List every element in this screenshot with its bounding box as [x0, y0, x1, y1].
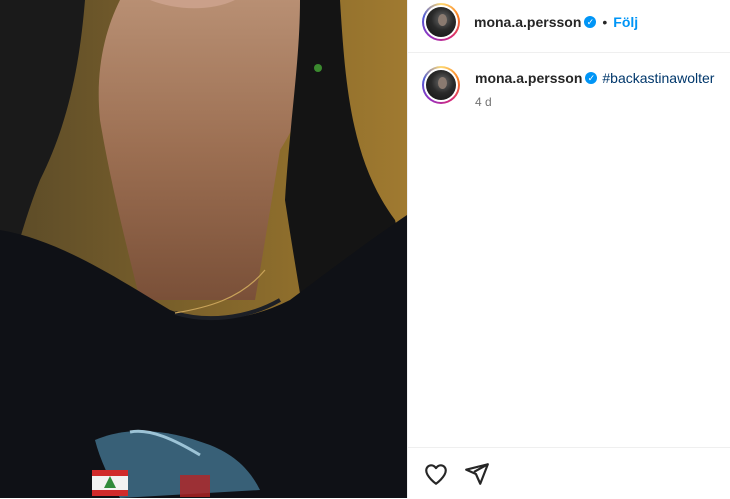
- follow-button[interactable]: Följ: [613, 14, 638, 30]
- header-separator: •: [602, 14, 608, 30]
- avatar-ring: [424, 5, 458, 39]
- avatar-ring: [424, 68, 458, 102]
- post-photo-illustration: [0, 0, 407, 498]
- header-username[interactable]: mona.a.persson: [474, 14, 581, 30]
- post-header: mona.a.persson ✓ • Följ: [408, 0, 730, 53]
- caption-hashtag-link[interactable]: #backastinawolter: [602, 70, 714, 86]
- paper-plane-icon: [465, 463, 489, 485]
- like-button[interactable]: [423, 461, 449, 487]
- verified-badge-icon: ✓: [584, 16, 597, 28]
- verified-badge-icon: ✓: [585, 72, 598, 84]
- post-actions-bar: [408, 447, 730, 499]
- post-side-panel: mona.a.persson ✓ • Följ mona.a.persson ✓…: [407, 0, 730, 498]
- avatar-image: [426, 7, 456, 37]
- caption-avatar[interactable]: [422, 66, 460, 104]
- avatar-image: [426, 70, 456, 100]
- caption-username[interactable]: mona.a.persson: [475, 70, 582, 86]
- author-avatar[interactable]: [422, 3, 460, 41]
- post-photo[interactable]: [0, 0, 407, 498]
- heart-outline-icon: [425, 464, 447, 485]
- header-user-row: mona.a.persson ✓ • Följ: [474, 13, 638, 31]
- post-timestamp[interactable]: 4 d: [475, 95, 492, 109]
- share-button[interactable]: [464, 461, 490, 487]
- caption-row: mona.a.persson ✓ #backastinawolter: [475, 69, 714, 87]
